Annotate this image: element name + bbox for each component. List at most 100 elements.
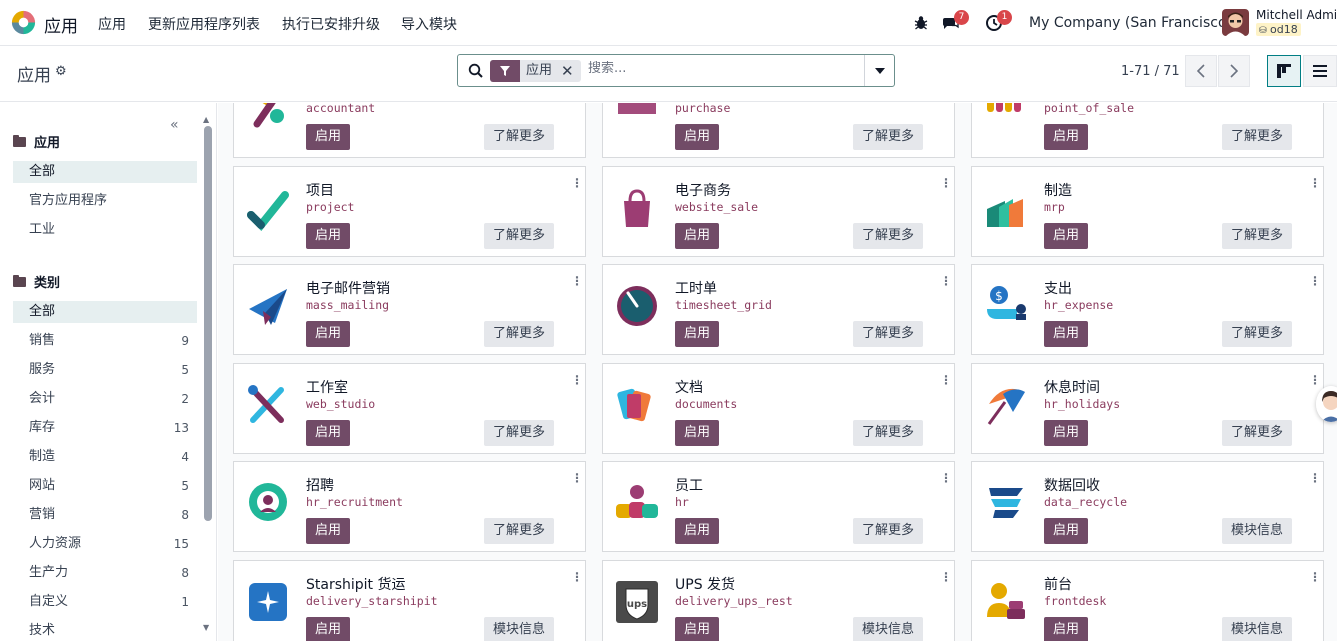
side-item-category[interactable]: 会计 2 [13,388,197,410]
activate-button[interactable]: 启用 [306,617,350,641]
messages-badge: 7 [954,10,969,25]
side-item-category[interactable]: 营销 8 [13,504,197,526]
activate-button[interactable]: 启用 [675,321,719,347]
activate-button[interactable]: 启用 [1044,321,1088,347]
activate-button[interactable]: 启用 [306,321,350,347]
activate-button[interactable]: 启用 [1044,617,1088,641]
learn-more-button[interactable]: 了解更多 [853,420,923,446]
app-brand[interactable]: 应用 [44,12,78,37]
activate-button[interactable]: 启用 [675,124,719,150]
card-menu-icon[interactable]: ⋮ [940,374,952,386]
side-item-category[interactable]: 生产力 8 [13,562,197,584]
card-menu-icon[interactable]: ⋮ [1309,571,1321,583]
company-switcher[interactable]: My Company (San Francisco) [1029,15,1232,31]
activate-button[interactable]: 启用 [306,420,350,446]
activate-button[interactable]: 启用 [675,518,719,544]
menu-import-module[interactable]: 导入模块 [401,14,457,34]
list-view-button[interactable] [1303,55,1337,87]
card-menu-icon[interactable]: ⋮ [940,275,952,287]
learn-more-button[interactable]: 了解更多 [484,518,554,544]
apps-kanban: accountant启用了解更多⋮purchase启用了解更多⋮point_of… [218,103,1337,641]
hr-recruitment-app-icon [249,483,287,521]
search-icon[interactable] [468,63,484,79]
activate-button[interactable]: 启用 [675,223,719,249]
svg-text:$: $ [995,289,1003,303]
learn-more-button[interactable]: 了解更多 [853,124,923,150]
menu-update-apps-list[interactable]: 更新应用程序列表 [148,14,260,34]
card-menu-icon[interactable]: ⋮ [571,472,583,484]
activate-button[interactable]: 启用 [1044,124,1088,150]
learn-more-button[interactable]: 了解更多 [484,321,554,347]
side-item-category[interactable]: 库存 13 [13,417,197,439]
card-menu-icon[interactable]: ⋮ [1309,374,1321,386]
learn-more-button[interactable]: 了解更多 [1222,223,1292,249]
card-menu-icon[interactable]: ⋮ [571,374,583,386]
side-item-category[interactable]: 全部 [13,301,197,323]
side-item-category[interactable]: 技术 [13,620,197,641]
card-menu-icon[interactable]: ⋮ [1309,177,1321,189]
learn-more-button[interactable]: 了解更多 [484,124,554,150]
pager-next-button[interactable] [1218,55,1250,87]
bug-icon[interactable] [912,14,930,32]
module-info-button[interactable]: 模块信息 [1222,617,1292,641]
activate-button[interactable]: 启用 [675,617,719,641]
activate-button[interactable]: 启用 [1044,518,1088,544]
side-item-category[interactable]: 网站 5 [13,475,197,497]
card-menu-icon[interactable]: ⋮ [571,571,583,583]
activate-button[interactable]: 启用 [306,518,350,544]
app-card: 电子邮件营销 mass_mailing 启用 了解更多 ⋮ [233,264,586,355]
side-item-category[interactable]: 销售 9 [13,330,197,352]
sidebar-scrollbar[interactable] [204,126,212,521]
learn-more-button[interactable]: 了解更多 [1222,321,1292,347]
learn-more-button[interactable]: 了解更多 [1222,420,1292,446]
search-input[interactable] [588,61,858,76]
activate-button[interactable]: 启用 [675,420,719,446]
odoo-logo-icon[interactable] [10,9,37,36]
website-sale-app-icon [624,189,650,227]
card-menu-icon[interactable]: ⋮ [940,571,952,583]
user-avatar[interactable] [1222,9,1249,36]
learn-more-button[interactable]: 了解更多 [484,223,554,249]
activate-button[interactable]: 启用 [306,223,350,249]
search-options-toggle[interactable] [864,55,894,86]
card-menu-icon[interactable]: ⋮ [1309,472,1321,484]
learn-more-button[interactable]: 了解更多 [853,518,923,544]
module-info-button[interactable]: 模块信息 [484,617,554,641]
gear-icon[interactable]: ⚙ [55,64,67,79]
search-bar[interactable]: 应用 ✕ [457,54,895,87]
side-item-official-apps[interactable]: 官方应用程序 [13,190,197,212]
learn-more-button[interactable]: 了解更多 [853,321,923,347]
app-technical-name: timesheet_grid [675,298,772,312]
category-label: 全部 [29,304,56,319]
kanban-view-button[interactable] [1267,55,1301,87]
pager-value[interactable]: 1-71 / 71 [1121,64,1180,79]
card-menu-icon[interactable]: ⋮ [571,177,583,189]
scroll-down-icon[interactable]: ▼ [203,623,209,632]
side-item-category[interactable]: 服务 5 [13,359,197,381]
activate-button[interactable]: 启用 [1044,420,1088,446]
menu-apps[interactable]: 应用 [98,14,126,34]
facet-remove-icon[interactable]: ✕ [558,60,581,82]
side-item-industries[interactable]: 工业 [13,219,197,241]
learn-more-button[interactable]: 了解更多 [484,420,554,446]
pager-previous-button[interactable] [1185,55,1217,87]
activate-button[interactable]: 启用 [1044,223,1088,249]
learn-more-button[interactable]: 了解更多 [853,223,923,249]
card-menu-icon[interactable]: ⋮ [1309,275,1321,287]
side-item-category[interactable]: 人力资源 15 [13,533,197,555]
side-item-all-apps[interactable]: 全部 [13,161,197,183]
learn-more-button[interactable]: 了解更多 [1222,124,1292,150]
menu-apply-scheduled-upgrades[interactable]: 执行已安排升级 [282,14,380,34]
side-item-category[interactable]: 自定义 1 [13,591,197,613]
card-menu-icon[interactable]: ⋮ [940,472,952,484]
scroll-up-icon[interactable]: ▲ [203,115,209,124]
card-menu-icon[interactable]: ⋮ [571,275,583,287]
collapse-panel-icon[interactable]: « [170,117,179,133]
side-item-category[interactable]: 制造 4 [13,446,197,468]
activate-button[interactable]: 启用 [306,124,350,150]
module-info-button[interactable]: 模块信息 [853,617,923,641]
card-menu-icon[interactable]: ⋮ [940,177,952,189]
database-name-text: od18 [1270,23,1298,36]
user-name[interactable]: Mitchell Admin [1256,8,1337,22]
module-info-button[interactable]: 模块信息 [1222,518,1292,544]
